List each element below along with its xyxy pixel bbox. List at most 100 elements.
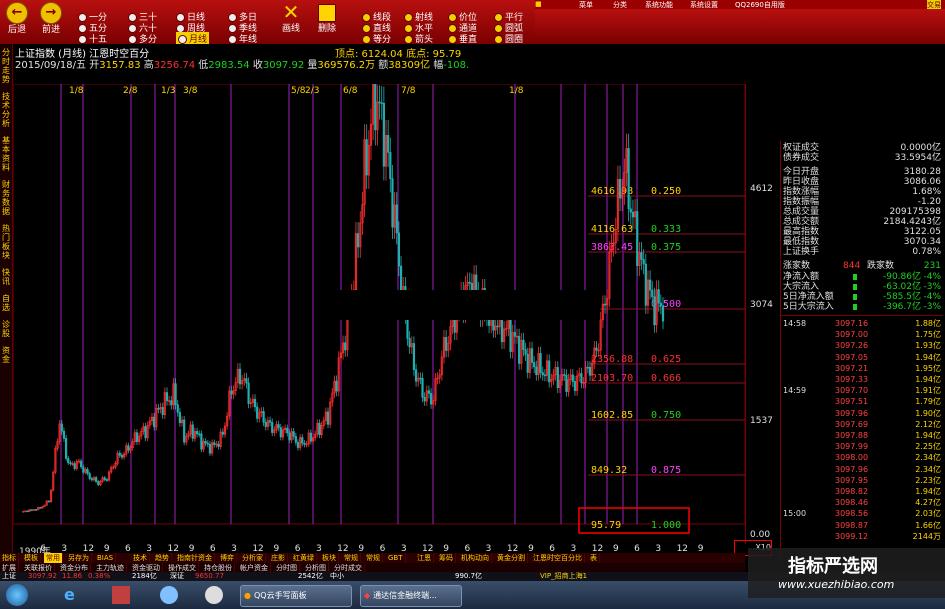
side-tab[interactable]: 资金 [1,346,11,364]
tick-price: 3097.96 [835,408,869,418]
side-tab[interactable]: 基本资料 [1,136,11,172]
candle-body [522,339,525,350]
chart-header: 上证指数 (月线) 江恩时空百分 顶点: 6124.04 底点: 95.79 2… [13,44,535,71]
indicator-tab[interactable]: 模板 [22,553,41,563]
side-tab[interactable]: 自选 [1,294,11,312]
indicator-tab[interactable]: 表 [588,553,600,563]
candle-body [573,381,577,391]
stat-value: 3086.06 [903,177,941,187]
candle-body [395,204,398,234]
indicator-tab[interactable]: 江恩时空百分比 [531,553,585,563]
tick-row: 3099.12 2144万 [781,531,943,542]
indicator-tab[interactable]: 江恩 [415,553,434,563]
media-icon[interactable] [205,586,223,604]
indicator-tab[interactable]: 筹码 [437,553,456,563]
candle-body [535,366,538,376]
tick-row: 3097.05 1.94亿 [781,352,943,363]
sh-index-change: 11.86 [62,572,83,580]
watermark-title: 指标严选网 [788,556,878,577]
candle-body [256,406,259,419]
tick-row: 3097.99 2.25亿 [781,441,943,452]
side-tab[interactable]: 分时走势 [1,48,11,84]
candle-body [565,374,568,392]
taskbar-item-tdx[interactable]: ◆ 通达信金融终端... [360,585,462,607]
indicator-tab[interactable]: 分析家 [240,553,266,563]
indicator-tab[interactable]: 趋势 [153,553,172,563]
indicator-tab[interactable]: 指标 [0,553,19,563]
tick-volume: 1.91亿 [915,386,941,396]
indicator-tab[interactable]: BIAS [95,553,117,563]
candle-body [524,349,527,355]
candle-body [80,460,83,468]
tick-row: 3098.46 4.27亿 [781,497,943,508]
watermark-url: www.xuezhibiao.com [778,578,895,591]
tick-row: 3098.87 1.66亿 [781,520,943,531]
candle-body [563,374,566,376]
side-tab[interactable]: 快讯 [1,268,11,286]
gann-price-label: 2103.70 [591,373,633,384]
third-amount: 990.7亿 [455,572,483,580]
tdx-icon: ◆ [364,591,371,600]
taskbar-item-handwriting[interactable]: ● QQ云手写面板 [240,585,352,607]
time-marker-label: 2/8 [123,86,138,96]
quote-panel: 权证成交 0.0000亿 债券成交 33.5954亿 今日开盘 3180.28 昨日收盘 30… [780,141,945,559]
stat-row: 总成交额 2184.4243亿 [781,217,943,227]
app-icon[interactable] [112,586,130,604]
indicator-tab[interactable]: 常用 [44,553,63,563]
tick-time: 14:59 [783,386,807,396]
indicator-tab[interactable]: 庄影 [269,553,288,563]
gann-ratio-label: 0.250 [651,186,681,197]
indicator-tab[interactable]: 常规 [364,553,383,563]
candle-body [541,372,544,376]
start-button-icon[interactable] [6,584,28,606]
side-tab[interactable]: 热门板块 [1,224,11,260]
indicator-tab[interactable]: 红黄绿 [291,553,317,563]
radio-icon [228,35,237,44]
forward-button[interactable]: → 前进 [38,0,64,36]
candle-body [301,437,304,444]
back-button[interactable]: ← 后退 [4,0,30,36]
indicator-tab[interactable]: 板块 [320,553,339,563]
candle-body [445,337,448,351]
indicator-tab[interactable]: 常规 [342,553,361,563]
time-marker-label: 3/8 [183,86,198,96]
gann-ratio-label: 0.875 [651,465,681,476]
tick-price: 3097.99 [835,442,869,452]
price-tick: 4612 [750,184,773,194]
tick-price: 3097.88 [835,431,869,440]
indicator-tab[interactable]: GBT [386,553,406,563]
ie-icon[interactable]: e [64,586,82,604]
indicator-tab[interactable]: 技术 [131,553,150,563]
side-tab[interactable]: 诊股 [1,320,11,338]
qq-icon[interactable] [160,586,178,604]
candle-body [427,390,431,394]
sh-index-value: 3097.92 [28,572,57,580]
indicator-tab[interactable]: 指南针资金 [175,553,215,563]
side-tab[interactable]: 技术分析 [1,92,11,128]
indicator-tab[interactable]: 黄金分割 [495,553,528,563]
draw-line-label: 画线 [281,24,300,34]
indicator-tab[interactable]: 机构动向 [459,553,492,563]
candle-body [221,431,224,435]
indicator-tab[interactable]: 另存为 [66,553,92,563]
candle-body [344,342,347,351]
gann-ratio-label: 1.000 [651,520,681,531]
taskbar-item-label: QQ云手写面板 [253,591,307,600]
gann-price-label: 4116.63 [591,224,633,235]
radio-icon [128,35,137,44]
candle-body [176,404,179,413]
change-value: -108. [443,60,470,71]
delete-button[interactable]: 删除 [314,0,340,35]
side-tab[interactable]: 财务数据 [1,180,11,216]
ohlc-line: 2015/09/18/五 开3157.83 高3256.74 低2983.54 … [15,56,469,71]
advance-decline-row: 涨家数 844 跌家数 231 [781,261,943,271]
gann-ratio-label: 0.750 [651,410,681,421]
time-marker-label: 1/8 [69,86,84,96]
draw-line-button[interactable]: ✕ 画线 [278,0,304,35]
indicator-tab[interactable]: 博弈 [218,553,237,563]
flow-label: 大宗流入 [783,282,820,292]
toolbar-right-extension [535,9,945,44]
stat-row: 最高指数 3122.05 [781,227,943,237]
back-label: 后退 [7,25,26,35]
candle-body [67,458,70,464]
